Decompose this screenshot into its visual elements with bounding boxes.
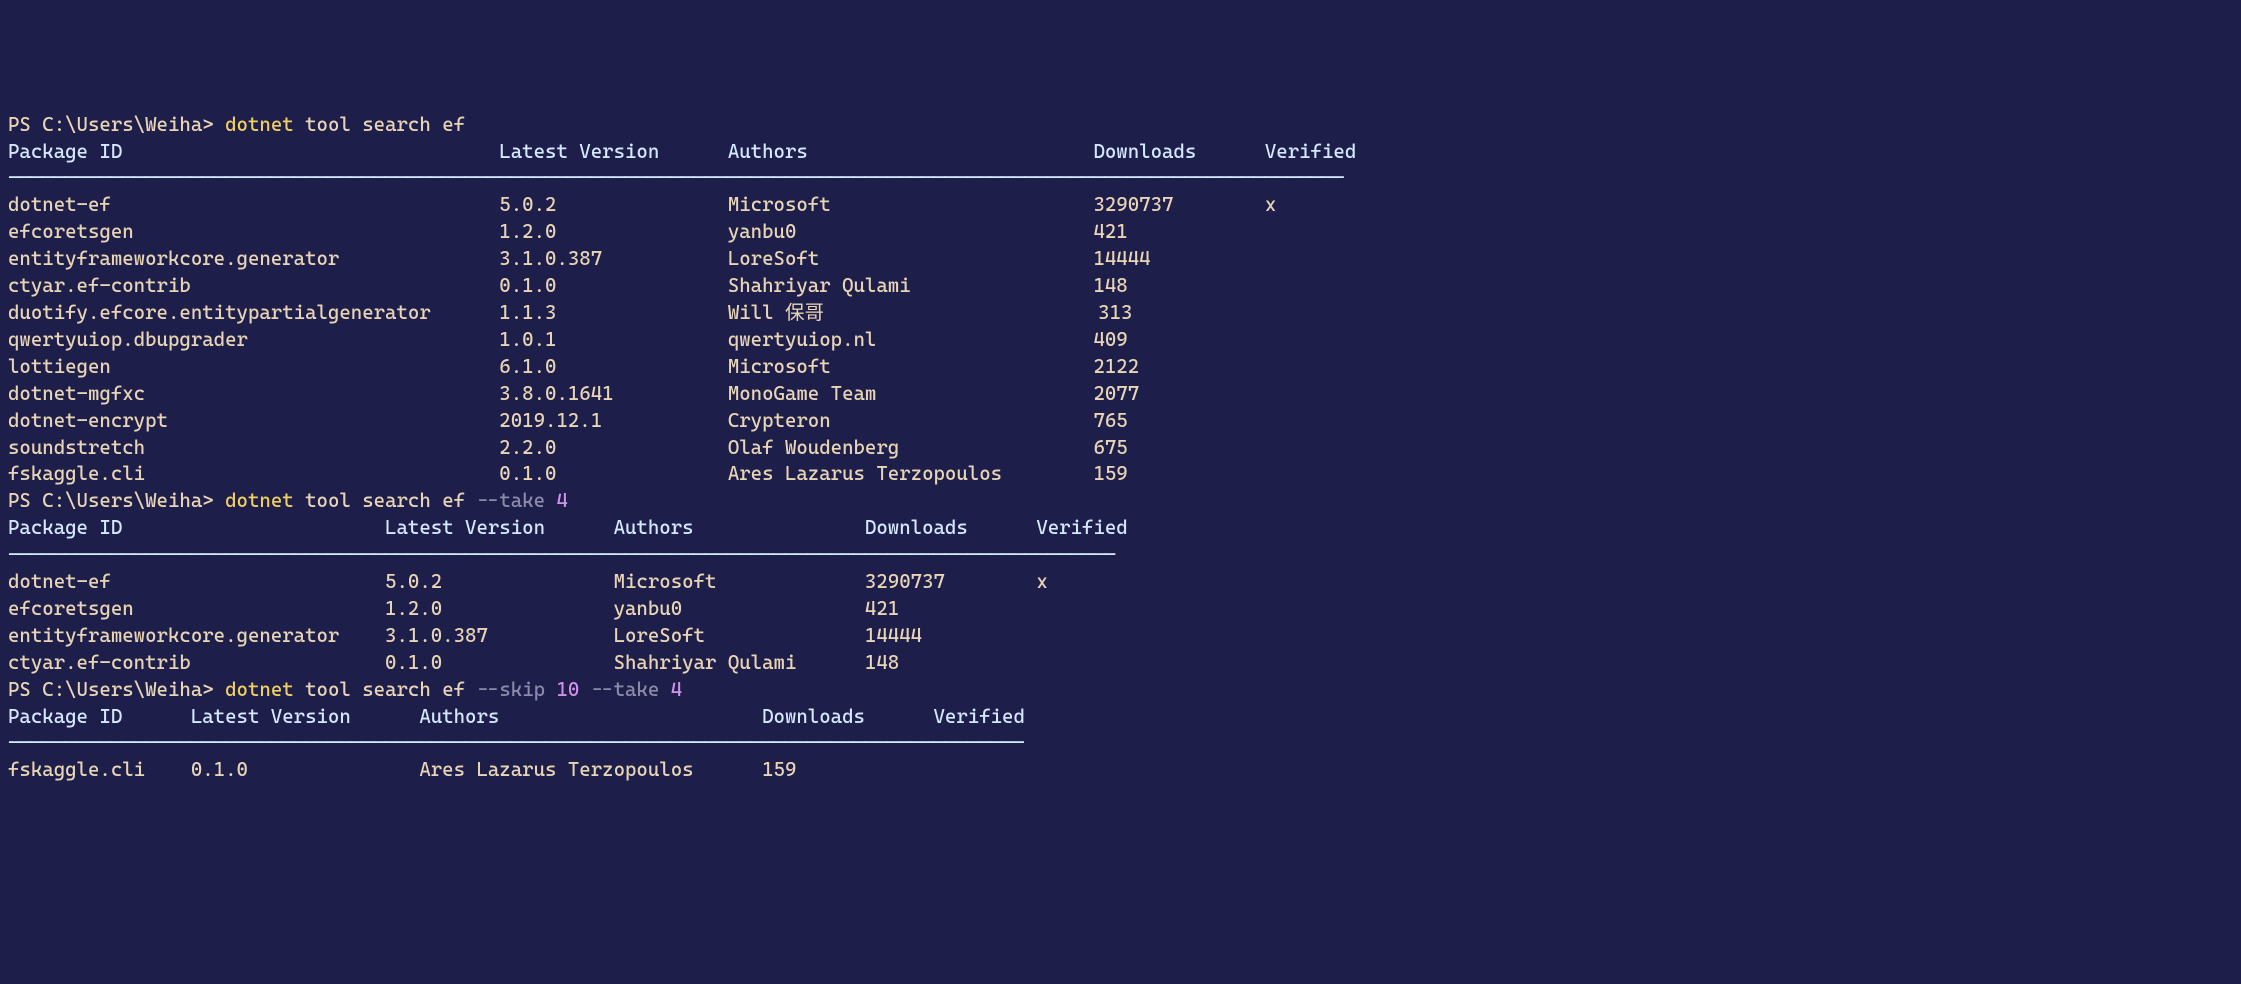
command-args: tool search ef [294, 678, 477, 701]
command-flag: --take [476, 489, 545, 512]
table-row: efcoretsgen 1.2.0 yanbu0 421 [8, 220, 1128, 243]
prompt-line-3: PS C:\Users\Weiha> dotnet tool search ef… [8, 678, 682, 701]
table-dashes-2: ----------------------------------------… [8, 543, 1116, 566]
table-row: duotify.efcore.entitypartialgenerator 1.… [8, 301, 1132, 324]
table-row: soundstretch 2.2.0 Olaf Woudenberg 675 [8, 436, 1128, 459]
prompt-ps: PS [8, 489, 42, 512]
table-row: entityframeworkcore.generator 3.1.0.387 … [8, 624, 922, 647]
table-row: dotnet-mgfxc 3.8.0.1641 MonoGame Team 20… [8, 382, 1139, 405]
prompt-line-2: PS C:\Users\Weiha> dotnet tool search ef… [8, 489, 568, 512]
command-flag: --skip [476, 678, 545, 701]
table-row: qwertyuiop.dbupgrader 1.0.1 qwertyuiop.n… [8, 328, 1128, 351]
table-header-1: Package ID Latest Version Authors Downlo… [8, 140, 1356, 163]
command-number: 4 [659, 678, 682, 701]
prompt-path: C:\Users\Weiha [42, 489, 202, 512]
prompt-path: C:\Users\Weiha [42, 113, 202, 136]
table-row: efcoretsgen 1.2.0 yanbu0 421 [8, 597, 899, 620]
table-row: entityframeworkcore.generator 3.1.0.387 … [8, 247, 1151, 270]
command-args: tool search ef [294, 489, 477, 512]
command-number: 10 [545, 678, 591, 701]
command-exe: dotnet [225, 113, 294, 136]
prompt-gt: > [202, 489, 225, 512]
table-row: fskaggle.cli 0.1.0 Ares Lazarus Terzopou… [8, 462, 1128, 485]
prompt-ps: PS [8, 113, 42, 136]
prompt-gt: > [202, 113, 225, 136]
table-row: dotnet-encrypt 2019.12.1 Crypteron 765 [8, 409, 1128, 432]
command-exe: dotnet [225, 678, 294, 701]
table-row: fskaggle.cli 0.1.0 Ares Lazarus Terzopou… [8, 758, 796, 781]
command-number: 4 [545, 489, 568, 512]
table-row: dotnet-ef 5.0.2 Microsoft 3290737 x [8, 193, 1276, 216]
terminal-output[interactable]: PS C:\Users\Weiha> dotnet tool search ef… [8, 112, 2233, 785]
prompt-line-1: PS C:\Users\Weiha> dotnet tool search ef [8, 113, 465, 136]
table-dashes-3: ----------------------------------------… [8, 731, 1025, 754]
command-exe: dotnet [225, 489, 294, 512]
table-header-3: Package ID Latest Version Authors Downlo… [8, 705, 1025, 728]
table-row: dotnet-ef 5.0.2 Microsoft 3290737 x [8, 570, 1048, 593]
table-dashes-1: ----------------------------------------… [8, 166, 1345, 189]
table-header-2: Package ID Latest Version Authors Downlo… [8, 516, 1128, 539]
command-flag: --take [591, 678, 660, 701]
table-row: lottiegen 6.1.0 Microsoft 2122 [8, 355, 1139, 378]
prompt-gt: > [202, 678, 225, 701]
table-row: ctyar.ef-contrib 0.1.0 Shahriyar Qulami … [8, 274, 1128, 297]
prompt-ps: PS [8, 678, 42, 701]
command-args: tool search ef [294, 113, 465, 136]
table-row: ctyar.ef-contrib 0.1.0 Shahriyar Qulami … [8, 651, 899, 674]
prompt-path: C:\Users\Weiha [42, 678, 202, 701]
